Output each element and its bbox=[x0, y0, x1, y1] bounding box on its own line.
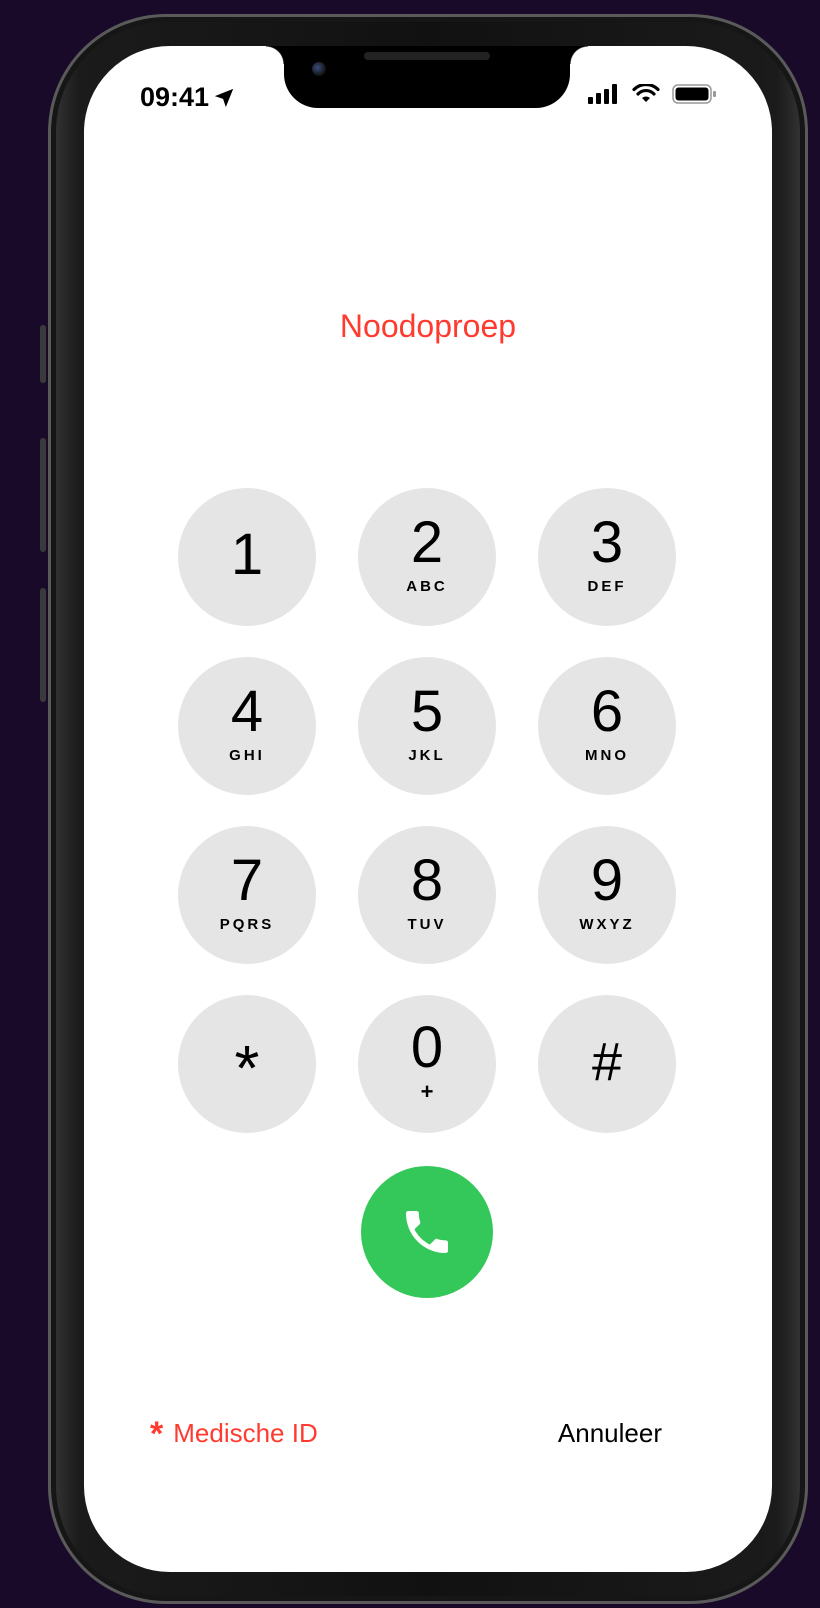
earpiece-speaker bbox=[364, 52, 490, 60]
key-digit: 9 bbox=[590, 848, 624, 913]
key-letters: TUV bbox=[407, 916, 447, 933]
key-1[interactable]: 1 bbox=[178, 488, 316, 626]
key-8[interactable]: 8 TUV bbox=[358, 826, 496, 964]
battery-icon bbox=[672, 84, 716, 104]
key-letters: DEF bbox=[587, 578, 627, 595]
key-5[interactable]: 5 JKL bbox=[358, 657, 496, 795]
front-camera bbox=[312, 62, 326, 76]
key-digit: 3 bbox=[590, 510, 624, 575]
mute-switch bbox=[40, 325, 46, 383]
key-digit: 6 bbox=[590, 679, 624, 744]
key-letters: JKL bbox=[408, 747, 446, 764]
cellular-signal-icon bbox=[588, 84, 617, 104]
key-digit: 0 bbox=[410, 1015, 444, 1080]
key-digit: 5 bbox=[410, 679, 444, 744]
location-arrow-icon bbox=[214, 88, 234, 107]
key-6[interactable]: 6 MNO bbox=[538, 657, 676, 795]
medical-id-label: Medische ID bbox=[173, 1418, 318, 1448]
key-0[interactable]: 0 + bbox=[358, 995, 496, 1133]
cancel-button[interactable]: Annuleer bbox=[558, 1418, 662, 1449]
key-digit: 1 bbox=[230, 522, 264, 587]
status-time: 09:41 bbox=[140, 82, 235, 113]
key-3[interactable]: 3 DEF bbox=[538, 488, 676, 626]
key-digit: # bbox=[591, 1032, 623, 1092]
key-digit: 8 bbox=[410, 848, 444, 913]
key-letters: PQRS bbox=[219, 916, 275, 933]
medical-id-button[interactable]: * Medische ID bbox=[150, 1414, 318, 1453]
medical-asterisk-icon: * bbox=[150, 1414, 164, 1453]
key-hash[interactable]: # bbox=[538, 995, 676, 1133]
time-text: 09:41 bbox=[140, 82, 210, 112]
wifi-icon bbox=[632, 84, 660, 102]
key-digit: 2 bbox=[410, 510, 444, 575]
key-4[interactable]: 4 GHI bbox=[178, 657, 316, 795]
volume-down-button bbox=[40, 588, 46, 702]
key-letters: GHI bbox=[229, 747, 265, 764]
key-digit: * bbox=[234, 1032, 260, 1104]
key-letters: ABC bbox=[406, 578, 448, 595]
key-digit: 4 bbox=[230, 679, 264, 744]
key-letters: MNO bbox=[585, 747, 629, 764]
key-9[interactable]: 9 WXYZ bbox=[538, 826, 676, 964]
key-7[interactable]: 7 PQRS bbox=[178, 826, 316, 964]
call-button[interactable] bbox=[361, 1166, 493, 1298]
notch bbox=[266, 46, 588, 108]
key-digit: 7 bbox=[230, 848, 264, 913]
key-letters: WXYZ bbox=[579, 916, 635, 933]
phone-icon bbox=[406, 1211, 448, 1253]
status-icons bbox=[588, 84, 718, 104]
volume-up-button bbox=[40, 438, 46, 552]
emergency-call-title: Noodoproep bbox=[339, 308, 517, 344]
key-2[interactable]: 2 ABC bbox=[358, 488, 496, 626]
key-letters: + bbox=[420, 1079, 434, 1104]
phone-screen: 09:41 Noodoproep 1 2 ABC 3 DEF 4 GHI 5 J… bbox=[84, 46, 772, 1572]
key-star[interactable]: * bbox=[178, 995, 316, 1133]
